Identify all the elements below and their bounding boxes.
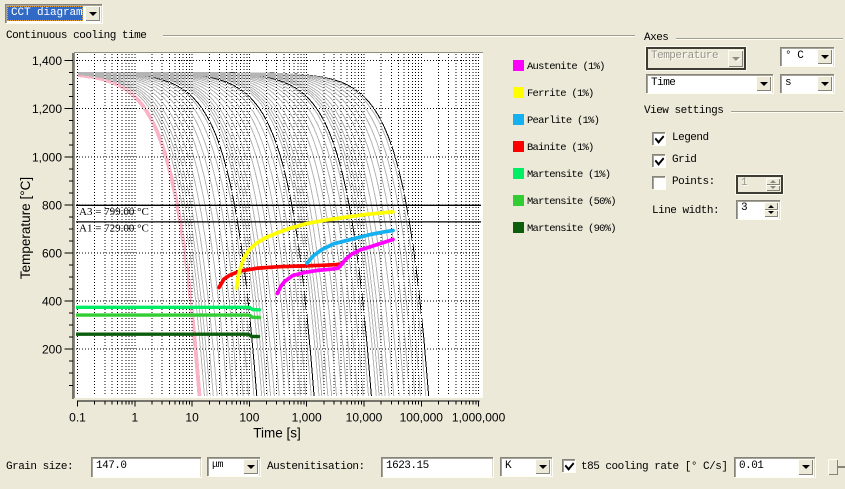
svg-text:1,000,000: 1,000,000 — [452, 411, 506, 425]
svg-text:A3 = 799.00 °C: A3 = 799.00 °C — [79, 206, 149, 218]
svg-text:200: 200 — [42, 343, 62, 357]
svg-text:10,000: 10,000 — [346, 411, 383, 425]
svg-text:600: 600 — [42, 247, 62, 261]
svg-text:10: 10 — [185, 411, 199, 425]
svg-text:1: 1 — [131, 411, 138, 425]
svg-text:1,000: 1,000 — [32, 150, 62, 164]
svg-text:100: 100 — [239, 411, 259, 425]
svg-text:100,000: 100,000 — [400, 411, 444, 425]
svg-text:Time [s]: Time [s] — [253, 426, 301, 441]
svg-text:1,200: 1,200 — [32, 102, 62, 116]
svg-text:1,400: 1,400 — [32, 54, 62, 68]
svg-text:Temperature [°C]: Temperature [°C] — [18, 177, 33, 279]
svg-text:1,000: 1,000 — [292, 411, 322, 425]
svg-text:A1 = 729.00 °C: A1 = 729.00 °C — [79, 223, 149, 235]
svg-text:0.1: 0.1 — [69, 411, 86, 425]
svg-text:800: 800 — [42, 198, 62, 212]
svg-text:400: 400 — [42, 295, 62, 309]
